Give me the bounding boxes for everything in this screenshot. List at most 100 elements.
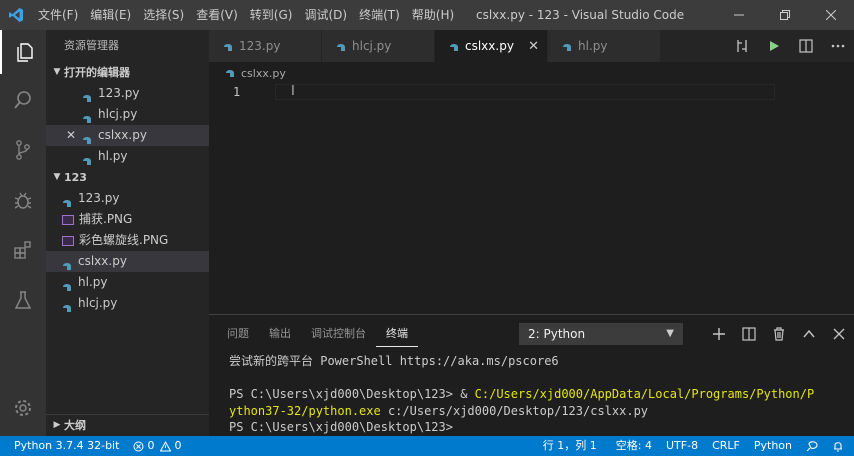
kill-terminal-button[interactable] [764,319,794,349]
open-editor-item[interactable]: 123.py [46,83,209,104]
notifications-button[interactable] [825,436,854,456]
indentation[interactable]: 空格: 4 [609,436,659,456]
python-file-icon [336,41,346,51]
menu-help[interactable]: 帮助(H) [406,0,460,30]
file-item[interactable]: hlcj.py [46,293,209,314]
encoding[interactable]: UTF-8 [659,436,705,456]
editor-actions [726,30,854,62]
menu-selection[interactable]: 选择(S) [137,0,190,30]
more-actions-button[interactable] [822,30,854,62]
settings-button[interactable] [0,386,46,430]
feedback-icon [806,441,818,452]
terminal-select[interactable]: 2: Python ▼ [519,323,683,345]
compare-changes-button[interactable] [726,30,758,62]
tab-problems[interactable]: 问题 [217,315,259,353]
feedback-button[interactable] [799,436,825,456]
maximize-panel-button[interactable] [794,319,824,349]
chevron-right-icon: ▶ [53,420,61,430]
python-file-icon [562,41,572,51]
tab-hl-py[interactable]: hl.py [548,30,661,62]
python-interpreter[interactable]: Python 3.7.4 32-bit [0,436,126,456]
terminal-output[interactable]: 尝试新的跨平台 PowerShell https://aka.ms/pscore… [229,353,814,436]
split-terminal-button[interactable] [734,319,764,349]
language-mode[interactable]: Python [747,436,799,456]
breadcrumb-file: cslxx.py [241,66,286,80]
file-item[interactable]: 捕获.PNG [46,209,209,230]
extensions-icon [14,241,31,259]
menu-view[interactable]: 查看(V) [190,0,244,30]
chevron-down-icon: ▼ [53,172,61,182]
activity-bar [0,30,46,436]
terminal-command-arg: c:/Users/xjd000/Desktop/123/cslxx.py [380,403,649,418]
minimize-button[interactable] [716,0,762,30]
python-file-icon [82,110,92,123]
python-file-icon [62,299,72,312]
end-of-line[interactable]: CRLF [705,436,747,456]
open-editor-item[interactable]: hl.py [46,146,209,167]
bug-icon [14,192,32,209]
tab-cslxx-py[interactable]: cslxx.py ✕ [435,30,548,62]
close-panel-button[interactable] [824,319,854,349]
tab-label: 123.py [239,39,281,53]
folder-header[interactable]: ▼ 123 [46,167,209,188]
python-file-icon [225,68,235,78]
testing-button[interactable] [0,278,46,322]
close-tab-icon[interactable]: ✕ [528,39,539,54]
restore-icon [780,10,790,20]
split-editor-icon [799,39,813,53]
python-file-icon [62,257,72,270]
python-file-icon [449,41,459,51]
debug-button[interactable] [0,178,46,222]
play-icon [770,41,779,51]
close-editor-icon[interactable]: ✕ [64,125,78,146]
menu-file[interactable]: 文件(F) [32,0,84,30]
terminal-command-path: C:/Users/xjd000/AppData/Local/Programs/P… [474,387,815,401]
menu-terminal[interactable]: 终端(T) [353,0,406,30]
open-editor-label: 123.py [98,86,140,100]
chevron-up-icon [803,329,815,338]
explorer-button[interactable] [0,30,46,74]
problems-indicator[interactable]: 0 0 [126,436,188,456]
tab-output[interactable]: 输出 [259,315,301,353]
open-editors-header[interactable]: ▼ 打开的编辑器 [46,62,209,83]
open-editor-item-active[interactable]: ✕ cslxx.py [46,125,209,146]
tab-terminal[interactable]: 终端 [376,321,418,347]
close-window-button[interactable] [808,0,854,30]
menu-go[interactable]: 转到(G) [244,0,299,30]
cursor-position[interactable]: 行 1，列 1 [536,436,609,456]
file-item[interactable]: 彩色螺旋线.PNG [46,230,209,251]
terminal-line: 尝试新的跨平台 PowerShell https://aka.ms/pscore… [229,354,559,368]
file-item[interactable]: hl.py [46,272,209,293]
compare-icon [737,40,747,52]
terminal-prompt: PS C:\Users\xjd000\Desktop\123> [229,420,453,434]
search-icon [14,91,31,109]
code-editor[interactable]: 1 I [209,84,854,314]
open-editor-label: hl.py [98,149,128,163]
file-item-selected[interactable]: cslxx.py [46,251,209,272]
terminal-select-value: 2: Python [528,327,586,341]
sidebar-title: 资源管理器 [64,39,119,52]
breadcrumb[interactable]: cslxx.py [209,62,286,84]
tab-debug-console[interactable]: 调试控制台 [301,315,376,353]
outline-section[interactable]: ▶ 大纲 [46,414,209,436]
split-editor-button[interactable] [790,30,822,62]
file-label: cslxx.py [78,254,127,268]
tab-123-py[interactable]: 123.py [209,30,322,62]
source-control-icon [16,140,30,160]
tab-hlcj-py[interactable]: hlcj.py [322,30,435,62]
error-icon [133,441,144,451]
open-editor-item[interactable]: hlcj.py [46,104,209,125]
search-button[interactable] [0,78,46,122]
bell-icon [834,442,842,452]
run-file-button[interactable] [758,30,790,62]
menu-debug[interactable]: 调试(D) [298,0,353,30]
new-terminal-button[interactable] [704,319,734,349]
tab-label: hl.py [578,39,608,53]
menu-edit[interactable]: 编辑(E) [84,0,137,30]
restore-button[interactable] [762,0,808,30]
file-label: 彩色螺旋线.PNG [79,233,169,247]
image-file-icon [62,214,74,225]
source-control-button[interactable] [0,128,46,172]
file-item[interactable]: 123.py [46,188,209,209]
extensions-button[interactable] [0,228,46,272]
